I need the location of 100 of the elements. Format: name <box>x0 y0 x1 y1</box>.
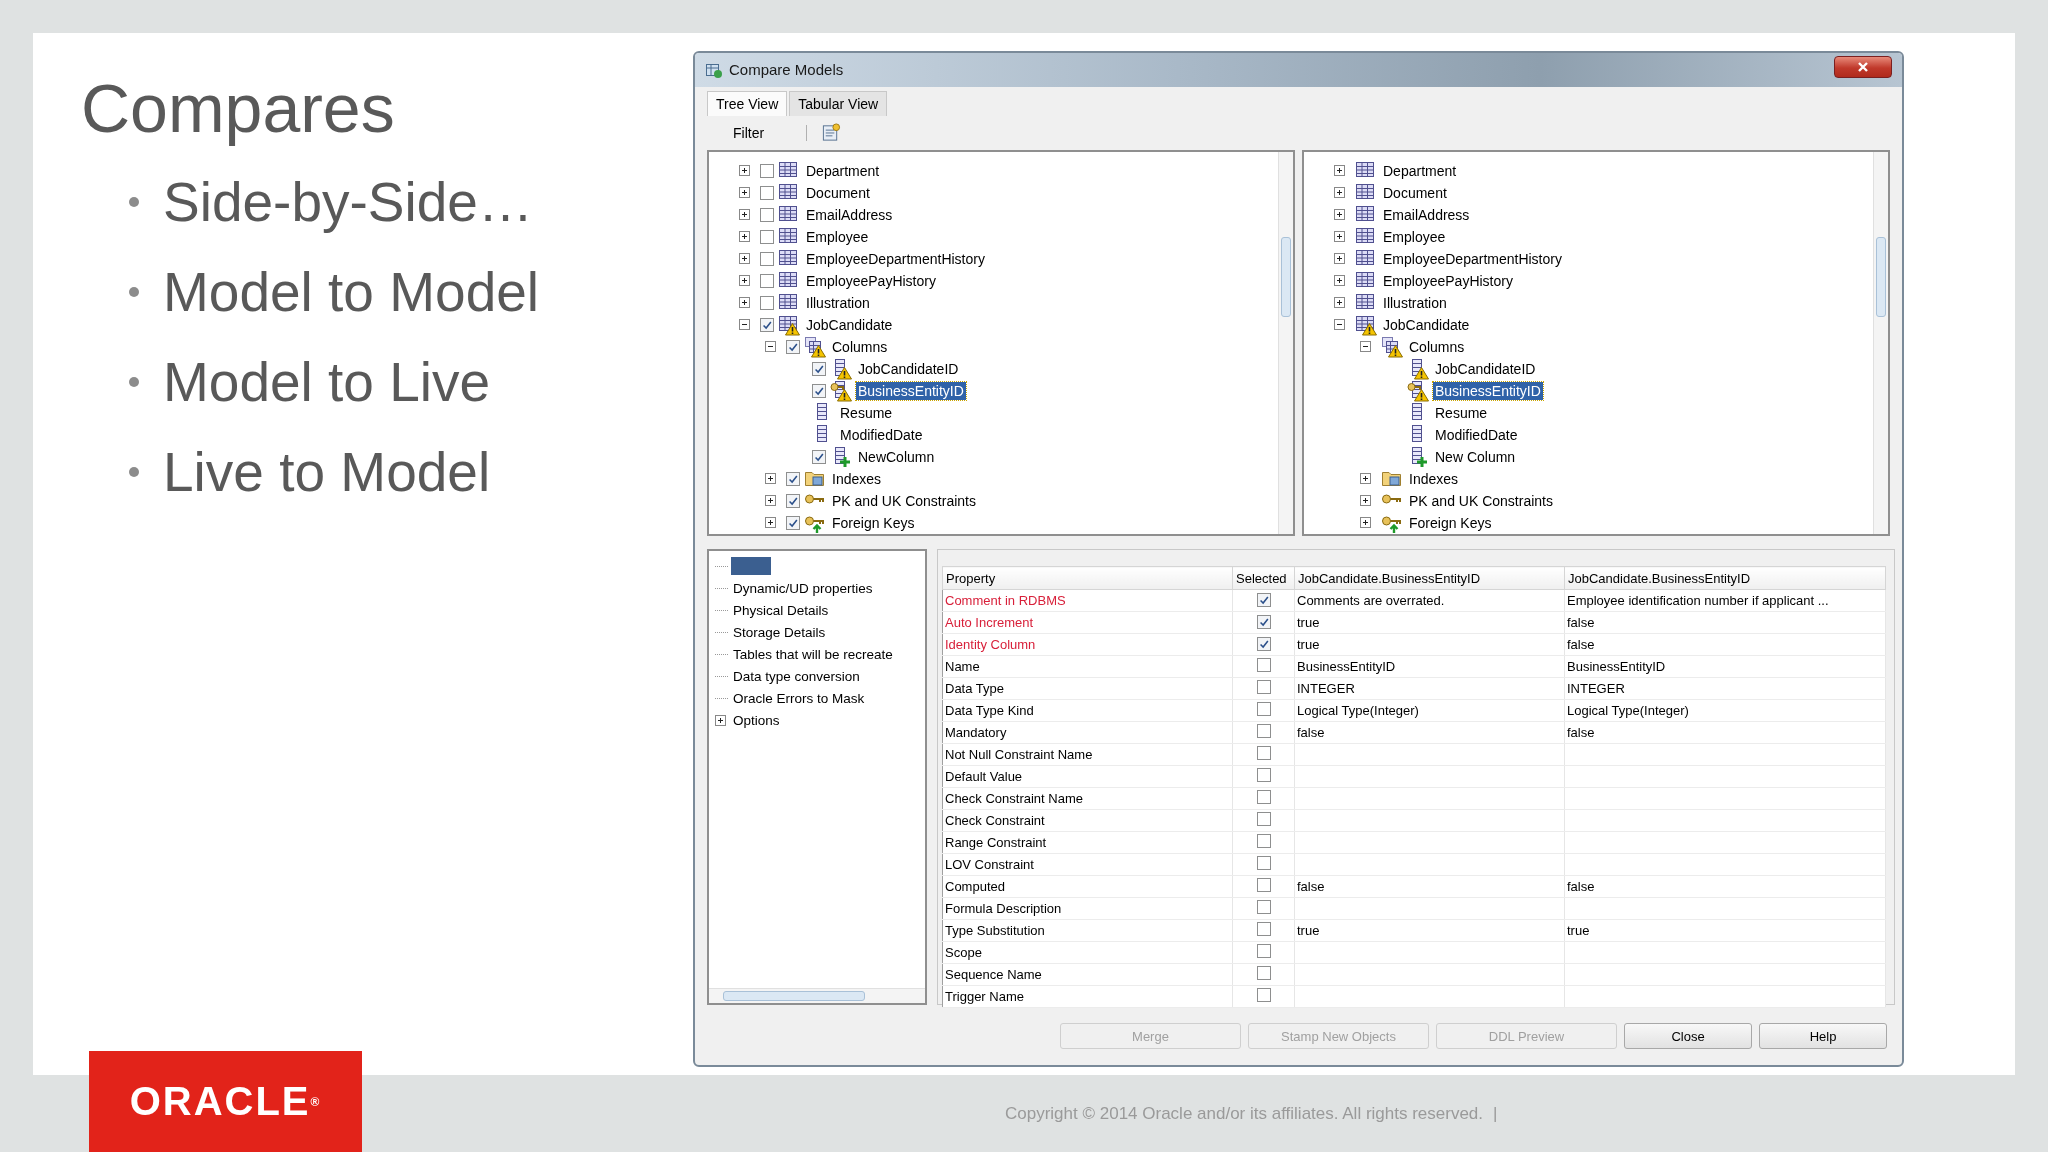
tree-item[interactable]: Department <box>804 161 882 180</box>
nav-item[interactable]: Tables that will be recreate <box>731 645 895 663</box>
close-button[interactable] <box>1834 55 1892 78</box>
tree-item[interactable]: Document <box>804 183 872 202</box>
checkbox[interactable] <box>786 471 800 486</box>
tree-toggle[interactable] <box>765 517 776 529</box>
tree-toggle[interactable] <box>765 341 776 353</box>
tree-item[interactable]: EmailAddress <box>804 205 895 224</box>
tree-item[interactable]: Illustration <box>1381 293 1449 312</box>
checkbox[interactable] <box>812 449 826 464</box>
nav-item[interactable]: Options <box>731 711 782 729</box>
tree-item[interactable]: Resume <box>838 403 895 422</box>
checkbox[interactable] <box>1256 834 1271 848</box>
tree-item[interactable]: ModifiedDate <box>1433 425 1520 444</box>
tree-item[interactable]: JobCandidate <box>804 315 895 334</box>
tree-item[interactable]: PK and UK Constraints <box>1407 491 1555 510</box>
tree-item[interactable]: Foreign Keys <box>830 513 917 532</box>
checkbox[interactable] <box>1256 856 1271 870</box>
scrollbar[interactable] <box>1278 151 1293 534</box>
checkbox[interactable] <box>1256 702 1271 716</box>
tree-toggle[interactable] <box>765 495 776 507</box>
checkbox[interactable] <box>1256 724 1271 738</box>
checkbox[interactable] <box>1256 614 1271 629</box>
tree-item[interactable]: Columns <box>1407 337 1467 356</box>
tree-item[interactable]: JobCandidateID <box>856 359 961 378</box>
checkbox[interactable] <box>1256 812 1271 826</box>
checkbox[interactable] <box>760 295 774 310</box>
tree-item[interactable]: EmployeePayHistory <box>804 271 938 290</box>
checkbox[interactable] <box>1256 636 1271 651</box>
tree-item[interactable]: Resume <box>1433 403 1490 422</box>
tree-toggle[interactable] <box>1334 187 1345 199</box>
tree-item[interactable]: Department <box>1381 161 1459 180</box>
scrollbar[interactable] <box>1873 151 1888 534</box>
nav-item[interactable]: Physical Details <box>731 601 831 619</box>
tree-item[interactable]: EmailAddress <box>1381 205 1472 224</box>
tree-item[interactable]: Document <box>1381 183 1449 202</box>
tree-item[interactable]: EmployeeDepartmentHistory <box>1381 249 1564 268</box>
checkbox[interactable] <box>1256 680 1271 694</box>
checkbox[interactable] <box>1256 878 1271 892</box>
tree-item[interactable]: JobCandidate <box>1381 315 1472 334</box>
checkbox[interactable] <box>812 383 826 398</box>
column-header[interactable]: JobCandidate.BusinessEntityID <box>1564 566 1886 590</box>
checkbox[interactable] <box>786 339 800 354</box>
tree-toggle[interactable] <box>1360 473 1371 485</box>
checkbox[interactable] <box>760 185 774 200</box>
checkbox[interactable] <box>1256 922 1271 936</box>
nav-item[interactable]: Storage Details <box>731 623 828 641</box>
tree-item[interactable]: New Column <box>1433 447 1518 466</box>
checkbox[interactable] <box>1256 592 1271 607</box>
tree-toggle[interactable] <box>1334 319 1345 331</box>
checkbox[interactable] <box>1256 944 1271 958</box>
tree-item[interactable]: Illustration <box>804 293 872 312</box>
tree-toggle[interactable] <box>1334 165 1345 177</box>
checkbox[interactable] <box>1256 966 1271 980</box>
tree-toggle[interactable] <box>715 714 726 726</box>
tree-item[interactable]: Indexes <box>1407 469 1461 488</box>
tree-item[interactable]: Indexes <box>830 469 884 488</box>
checkbox[interactable] <box>1256 988 1271 1002</box>
checkbox[interactable] <box>786 515 800 530</box>
scrollbar[interactable] <box>709 988 925 1003</box>
tab[interactable]: Tabular View <box>789 90 888 116</box>
document-icon[interactable] <box>821 122 842 144</box>
checkbox[interactable] <box>760 317 774 332</box>
checkbox[interactable] <box>760 273 774 288</box>
checkbox[interactable] <box>1256 790 1271 804</box>
dialog-button[interactable]: Help <box>1759 1023 1887 1049</box>
tree-item[interactable]: EmployeeDepartmentHistory <box>804 249 987 268</box>
tree-toggle[interactable] <box>1334 253 1345 265</box>
tree-item[interactable]: Foreign Keys <box>1407 513 1494 532</box>
tree-toggle[interactable] <box>1334 231 1345 243</box>
tree-toggle[interactable] <box>739 187 750 199</box>
tree-toggle[interactable] <box>739 165 750 177</box>
column-header[interactable]: Property <box>942 566 1233 590</box>
checkbox[interactable] <box>760 207 774 222</box>
tree-item[interactable]: PK and UK Constraints <box>830 491 978 510</box>
tree-toggle[interactable] <box>739 275 750 287</box>
tree-toggle[interactable] <box>1360 517 1371 529</box>
tree-toggle[interactable] <box>739 209 750 221</box>
checkbox[interactable] <box>760 163 774 178</box>
tab[interactable]: Tree View <box>707 90 788 116</box>
checkbox[interactable] <box>760 229 774 244</box>
column-header[interactable]: JobCandidate.BusinessEntityID <box>1294 566 1565 590</box>
tree-toggle[interactable] <box>739 319 750 331</box>
tree-toggle[interactable] <box>1334 209 1345 221</box>
tree-toggle[interactable] <box>765 473 776 485</box>
tree-toggle[interactable] <box>739 231 750 243</box>
checkbox[interactable] <box>786 493 800 508</box>
tree-item[interactable]: BusinessEntityID <box>856 381 966 400</box>
nav-item[interactable]: Data type conversion <box>731 667 862 685</box>
tree-item[interactable]: ModifiedDate <box>838 425 925 444</box>
tree-item[interactable]: NewColumn <box>856 447 937 466</box>
checkbox[interactable] <box>1256 768 1271 782</box>
nav-item[interactable]: Oracle Errors to Mask <box>731 689 867 707</box>
checkbox[interactable] <box>760 251 774 266</box>
tree-toggle[interactable] <box>1334 275 1345 287</box>
checkbox[interactable] <box>1256 900 1271 914</box>
checkbox[interactable] <box>1256 746 1271 760</box>
column-header[interactable]: Selected <box>1232 566 1295 590</box>
tree-item[interactable]: BusinessEntityID <box>1433 381 1543 400</box>
tree-item[interactable]: EmployeePayHistory <box>1381 271 1515 290</box>
